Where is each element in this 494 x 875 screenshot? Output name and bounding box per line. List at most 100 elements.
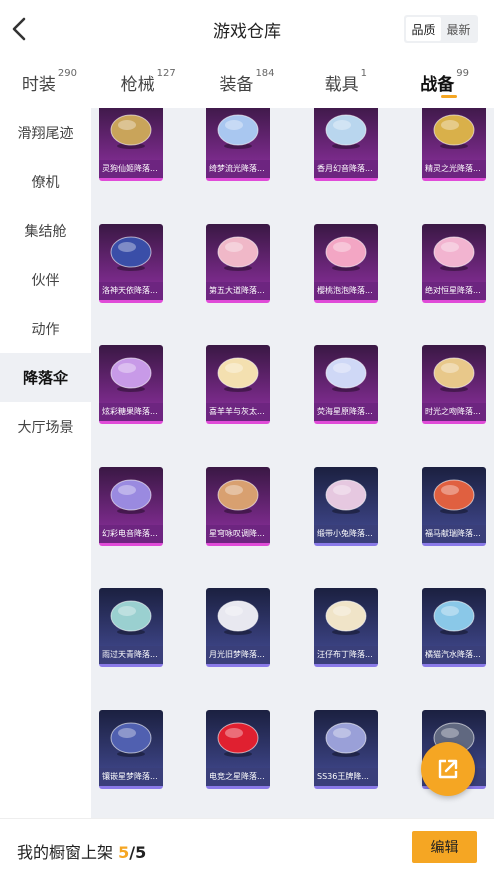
parachute-name: 福马献瑞降落... [422, 524, 486, 543]
parachute-card[interactable]: 精灵之光降落... [422, 108, 486, 181]
rarity-bar [99, 178, 163, 181]
sidebar-item-lobby-scene[interactable]: 大厅场景 [0, 402, 91, 451]
tab-count: 127 [156, 68, 176, 79]
parachute-name: 炫彩糖果降落... [99, 403, 163, 421]
parachute-image [99, 466, 163, 525]
rarity-bar [314, 421, 378, 424]
parachute-card[interactable]: 幻彩电音降落... [99, 466, 163, 546]
sidebar-item-companion[interactable]: 伙伴 [0, 255, 91, 304]
parachute-card[interactable]: 灵狗仙姬降落... [99, 108, 163, 181]
share-button[interactable] [421, 742, 475, 796]
edit-button[interactable]: 编辑 [412, 831, 477, 863]
sidebar-item-emote[interactable]: 动作 [0, 304, 91, 353]
sidebar-item-assembly-pod[interactable]: 集结舱 [0, 206, 91, 255]
parachute-card[interactable]: SS36王牌降... [314, 709, 378, 789]
sidebar-item-wingman[interactable]: 僚机 [0, 157, 91, 206]
tab-label: 时装 [21, 75, 56, 95]
tab-vehicles[interactable]: 载具 1 [296, 58, 395, 108]
parachute-card[interactable]: 绝对恒星降落... [422, 223, 486, 303]
parachute-name: 汪仔布丁降落... [314, 646, 378, 664]
rarity-bar [314, 299, 378, 303]
tab-fashion[interactable]: 时装 290 [0, 58, 99, 108]
rarity-bar [206, 785, 270, 789]
parachute-card[interactable]: 炫彩糖果降落... [99, 345, 163, 424]
parachute-name: 月光旧梦降落... [206, 646, 270, 664]
rarity-bar [314, 664, 378, 667]
parachute-icon [217, 114, 259, 149]
parachute-name: 荧海星原降落... [314, 403, 378, 421]
parachute-name: SS36王牌降... [314, 767, 378, 786]
rarity-bar [206, 178, 270, 181]
tab-label: 枪械 [120, 75, 155, 95]
parachute-card[interactable]: 雨过天青降落... [99, 588, 163, 667]
sidebar-item-parachute[interactable]: 降落伞 [0, 353, 91, 402]
parachute-card[interactable]: 第五大道降落... [206, 223, 270, 303]
parachute-image [99, 709, 163, 768]
parachute-icon [325, 236, 367, 271]
tab-label: 战备 [420, 75, 455, 95]
rarity-bar [206, 542, 270, 546]
sort-latest-button[interactable]: 最新 [441, 17, 476, 41]
parachute-icon [110, 722, 152, 757]
parachute-image [314, 108, 378, 160]
parachute-icon [110, 600, 152, 635]
parachute-card[interactable]: 星穹咏叹调降... [206, 466, 270, 546]
parachute-name: 绮梦流光降落... [206, 160, 270, 178]
rarity-bar [314, 178, 378, 181]
parachute-card[interactable]: 香月幻音降落... [314, 108, 378, 181]
sidebar-item-glide-trail[interactable]: 滑翔尾迹 [0, 108, 91, 157]
tab-count: 99 [456, 68, 469, 79]
parachute-icon [325, 357, 367, 392]
tab-count: 290 [57, 68, 77, 79]
tab-weapons[interactable]: 枪械 127 [99, 58, 198, 108]
parachute-name: 星穹咏叹调降... [206, 524, 270, 543]
parachute-name: 幻彩电音降落... [99, 524, 163, 543]
parachute-image [314, 588, 378, 646]
parachute-card[interactable]: 樱桃泡泡降落... [314, 223, 378, 303]
parachute-card[interactable]: 镶嵌星梦降落... [99, 709, 163, 789]
parachute-card[interactable]: 电竞之星降落... [206, 709, 270, 789]
rarity-bar [99, 299, 163, 303]
parachute-image [422, 345, 486, 403]
parachute-icon [433, 600, 475, 635]
parachute-card[interactable]: 洛神天依降落... [99, 223, 163, 303]
parachute-card[interactable]: 时光之吻降落... [422, 345, 486, 424]
showcase-count: 5 [118, 843, 130, 862]
parachute-name: 绝对恒星降落... [422, 281, 486, 300]
parachute-card[interactable]: 荧海星原降落... [314, 345, 378, 424]
sort-quality-button[interactable]: 品质 [406, 17, 441, 41]
item-grid: 灵狗仙姬降落... 绮梦流光降落... 香月幻音降落... 精灵之光降落... 洛神天依… [91, 108, 494, 818]
parachute-image [206, 466, 270, 525]
parachute-image [422, 223, 486, 282]
parachute-image [206, 709, 270, 768]
showcase-total: /5 [129, 843, 147, 862]
rarity-bar [99, 542, 163, 546]
tab-equipment[interactable]: 装备 184 [198, 58, 297, 108]
rarity-bar [314, 785, 378, 789]
parachute-icon [433, 479, 475, 514]
parachute-icon [433, 114, 475, 149]
parachute-icon [433, 357, 475, 392]
parachute-card[interactable]: 福马献瑞降落... [422, 466, 486, 546]
parachute-icon [110, 479, 152, 514]
rarity-bar [422, 178, 486, 181]
parachute-image [99, 588, 163, 646]
parachute-card[interactable]: 月光旧梦降落... [206, 588, 270, 667]
parachute-name: 喜羊羊与灰太... [206, 403, 270, 421]
tab-count: 1 [360, 68, 367, 79]
tab-active-indicator [440, 95, 457, 98]
parachute-card[interactable]: 绮梦流光降落... [206, 108, 270, 181]
share-icon [438, 759, 458, 779]
parachute-name: 镶嵌星梦降落... [99, 767, 163, 786]
parachute-image [314, 223, 378, 282]
parachute-card[interactable]: 喜羊羊与灰太... [206, 345, 270, 424]
parachute-card[interactable]: 汪仔布丁降落... [314, 588, 378, 667]
sidebar: 滑翔尾迹 僚机 集结舱 伙伴 动作 降落伞 大厅场景 [0, 108, 91, 818]
rarity-bar [422, 542, 486, 546]
tab-battle-gear[interactable]: 战备 99 [395, 58, 494, 108]
parachute-card[interactable]: 橘猫汽水降落... [422, 588, 486, 667]
parachute-icon [217, 600, 259, 635]
parachute-card[interactable]: 缎带小兔降落... [314, 466, 378, 546]
parachute-name: 第五大道降落... [206, 281, 270, 300]
parachute-name: 电竞之星降落... [206, 767, 270, 786]
